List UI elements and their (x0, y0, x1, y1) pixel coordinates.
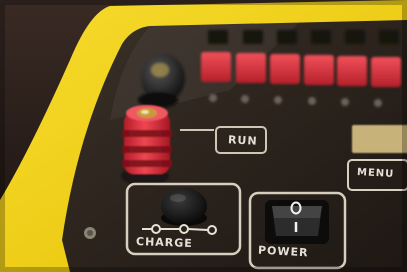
power-label: POWER (257, 243, 309, 260)
screw (84, 227, 96, 239)
run-label: RUN (227, 133, 258, 148)
menu-label: MENU (356, 167, 395, 180)
charge-button[interactable] (161, 188, 207, 226)
lcd-screen (352, 125, 407, 153)
charge-label: CHARGE (135, 235, 194, 250)
device-photo: RUN MENU CHARGE POWER (0, 0, 407, 272)
device-illustration (0, 0, 407, 272)
red-terminal[interactable] (121, 105, 172, 186)
